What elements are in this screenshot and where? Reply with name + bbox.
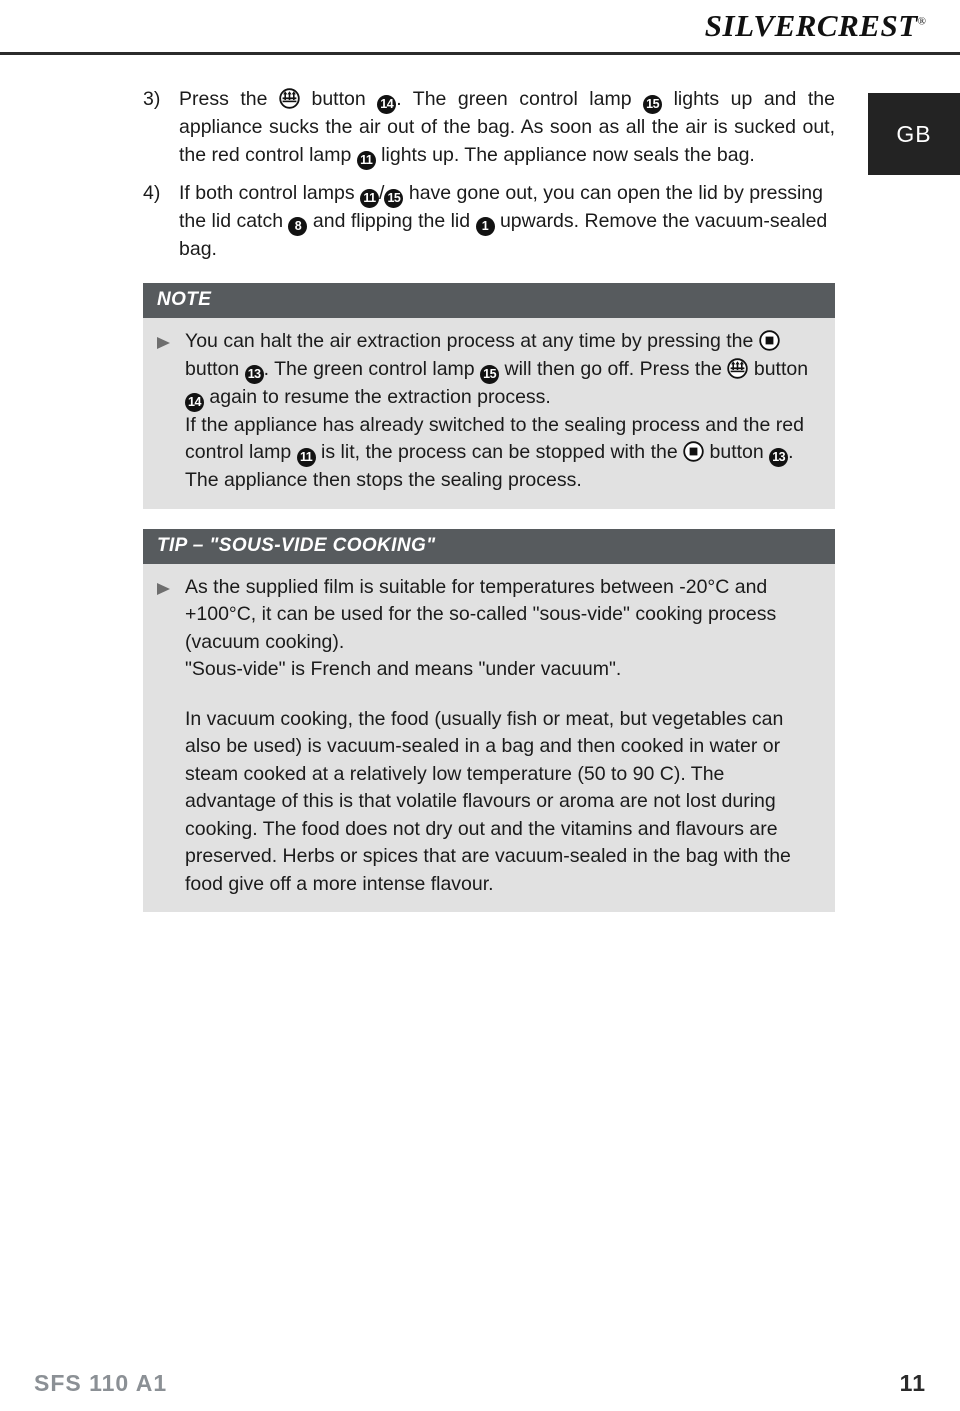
step-number: 3) [143,88,161,110]
bullet-arrow-icon [157,328,185,495]
footer-model-label: SFS 110 A1 [34,1370,168,1396]
footer-page-number: 11 [899,1370,926,1396]
component-number-badge: 1 [475,216,495,236]
step-text: Press the button 14. The green control l… [179,86,835,170]
component-number-badge: 15 [384,188,404,208]
tip-bullet-text: As the supplied film is suitable for tem… [185,575,777,681]
brand-logo: SILVERCREST® [705,8,926,44]
component-number-badge: 14 [185,392,204,412]
step-text: If both control lamps 11/15 have gone ou… [179,181,828,260]
component-number-badge: 11 [296,448,316,467]
note-callout-title: NOTE [143,283,835,318]
country-badge: GB [868,93,960,175]
tip-callout: TIP – "SOUS-VIDE COOKING" As the supplie… [143,528,835,913]
list-item: 3) Press the button 14. The green contro… [143,86,835,170]
country-badge-label: GB [896,120,932,147]
component-number-badge: 13 [769,448,789,467]
stop-icon [683,441,704,462]
page-footer: SFS 110 A1 11 [0,1341,960,1411]
component-number-badge: 8 [288,216,308,236]
tip-paragraph: In vacuum cooking, the food (usually fis… [185,707,791,895]
step-number: 4) [143,181,161,204]
component-number-badge: 14 [377,95,397,114]
component-number-badge: 13 [244,364,264,384]
tip-callout-body: As the supplied film is suitable for tem… [143,564,835,913]
page-content: 3) Press the button 14. The green contro… [143,86,835,912]
stop-icon [759,330,780,351]
brand-logo-first: SILVER [704,8,817,43]
component-number-badge: 11 [356,150,376,170]
list-item: 4) If both control lamps 11/15 have gone… [143,180,835,264]
note-bullet-text: You can halt the air extraction process … [185,330,809,491]
component-number-badge: 15 [480,364,500,384]
vacuum-icon [727,357,749,379]
vacuum-icon [279,88,300,109]
tip-callout-title: TIP – "SOUS-VIDE COOKING" [143,528,835,564]
note-callout-body: You can halt the air extraction process … [143,318,835,509]
page-header: SILVERCREST® [0,0,960,56]
header-divider [0,52,960,55]
note-callout: NOTE You can halt the air extraction pro… [143,283,835,509]
tip-bullet-item: As the supplied film is suitable for tem… [157,574,819,684]
component-number-badge: 15 [643,95,663,114]
bullet-arrow-icon [157,574,185,684]
registered-trademark-icon: ® [917,15,926,28]
brand-logo-second: CREST [816,8,918,43]
component-number-badge: 11 [360,188,380,208]
note-bullet-item: You can halt the air extraction process … [157,328,819,495]
